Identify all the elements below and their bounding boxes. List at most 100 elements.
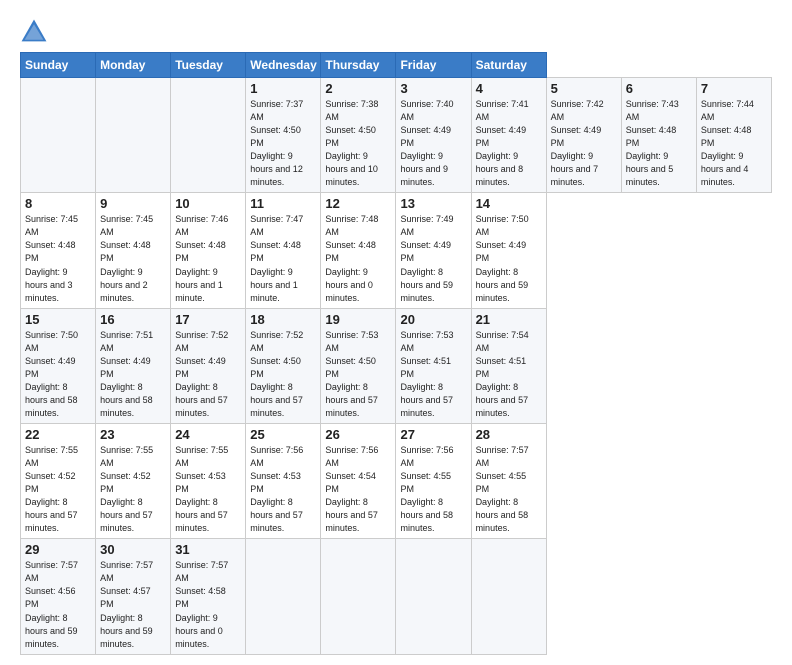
day-cell: 16 Sunrise: 7:51 AMSunset: 4:49 PMDaylig… bbox=[96, 308, 171, 423]
day-info: Sunrise: 7:50 AMSunset: 4:49 PMDaylight:… bbox=[25, 329, 91, 420]
day-info: Sunrise: 7:57 AMSunset: 4:55 PMDaylight:… bbox=[476, 444, 542, 535]
day-cell bbox=[396, 539, 471, 654]
day-info: Sunrise: 7:51 AMSunset: 4:49 PMDaylight:… bbox=[100, 329, 166, 420]
day-header-thursday: Thursday bbox=[321, 53, 396, 78]
day-cell: 28 Sunrise: 7:57 AMSunset: 4:55 PMDaylig… bbox=[471, 423, 546, 538]
day-cell: 12 Sunrise: 7:48 AMSunset: 4:48 PMDaylig… bbox=[321, 193, 396, 308]
day-header-monday: Monday bbox=[96, 53, 171, 78]
day-number: 1 bbox=[250, 81, 316, 96]
day-number: 20 bbox=[400, 312, 466, 327]
day-cell bbox=[471, 539, 546, 654]
day-info: Sunrise: 7:42 AMSunset: 4:49 PMDaylight:… bbox=[551, 98, 617, 189]
day-cell: 24 Sunrise: 7:55 AMSunset: 4:53 PMDaylig… bbox=[171, 423, 246, 538]
day-number: 5 bbox=[551, 81, 617, 96]
day-info: Sunrise: 7:57 AMSunset: 4:57 PMDaylight:… bbox=[100, 559, 166, 650]
day-cell: 14 Sunrise: 7:50 AMSunset: 4:49 PMDaylig… bbox=[471, 193, 546, 308]
day-number: 9 bbox=[100, 196, 166, 211]
day-cell: 19 Sunrise: 7:53 AMSunset: 4:50 PMDaylig… bbox=[321, 308, 396, 423]
header bbox=[20, 18, 772, 46]
day-header-wednesday: Wednesday bbox=[246, 53, 321, 78]
day-info: Sunrise: 7:53 AMSunset: 4:50 PMDaylight:… bbox=[325, 329, 391, 420]
day-info: Sunrise: 7:57 AMSunset: 4:56 PMDaylight:… bbox=[25, 559, 91, 650]
day-number: 23 bbox=[100, 427, 166, 442]
day-number: 18 bbox=[250, 312, 316, 327]
day-cell: 5 Sunrise: 7:42 AMSunset: 4:49 PMDayligh… bbox=[546, 78, 621, 193]
calendar-table: SundayMondayTuesdayWednesdayThursdayFrid… bbox=[20, 52, 772, 655]
day-info: Sunrise: 7:44 AMSunset: 4:48 PMDaylight:… bbox=[701, 98, 767, 189]
week-row-1: 1 Sunrise: 7:37 AMSunset: 4:50 PMDayligh… bbox=[21, 78, 772, 193]
day-info: Sunrise: 7:57 AMSunset: 4:58 PMDaylight:… bbox=[175, 559, 241, 650]
day-cell: 21 Sunrise: 7:54 AMSunset: 4:51 PMDaylig… bbox=[471, 308, 546, 423]
day-cell: 17 Sunrise: 7:52 AMSunset: 4:49 PMDaylig… bbox=[171, 308, 246, 423]
day-info: Sunrise: 7:49 AMSunset: 4:49 PMDaylight:… bbox=[400, 213, 466, 304]
day-number: 16 bbox=[100, 312, 166, 327]
day-info: Sunrise: 7:53 AMSunset: 4:51 PMDaylight:… bbox=[400, 329, 466, 420]
day-number: 6 bbox=[626, 81, 692, 96]
page: SundayMondayTuesdayWednesdayThursdayFrid… bbox=[0, 0, 792, 665]
day-number: 19 bbox=[325, 312, 391, 327]
day-info: Sunrise: 7:40 AMSunset: 4:49 PMDaylight:… bbox=[400, 98, 466, 189]
day-info: Sunrise: 7:56 AMSunset: 4:53 PMDaylight:… bbox=[250, 444, 316, 535]
day-cell: 27 Sunrise: 7:56 AMSunset: 4:55 PMDaylig… bbox=[396, 423, 471, 538]
day-header-friday: Friday bbox=[396, 53, 471, 78]
day-number: 31 bbox=[175, 542, 241, 557]
week-row-4: 22 Sunrise: 7:55 AMSunset: 4:52 PMDaylig… bbox=[21, 423, 772, 538]
day-header-saturday: Saturday bbox=[471, 53, 546, 78]
day-number: 8 bbox=[25, 196, 91, 211]
day-header-tuesday: Tuesday bbox=[171, 53, 246, 78]
day-number: 13 bbox=[400, 196, 466, 211]
day-number: 7 bbox=[701, 81, 767, 96]
day-info: Sunrise: 7:43 AMSunset: 4:48 PMDaylight:… bbox=[626, 98, 692, 189]
day-info: Sunrise: 7:47 AMSunset: 4:48 PMDaylight:… bbox=[250, 213, 316, 304]
day-info: Sunrise: 7:55 AMSunset: 4:52 PMDaylight:… bbox=[100, 444, 166, 535]
day-info: Sunrise: 7:37 AMSunset: 4:50 PMDaylight:… bbox=[250, 98, 316, 189]
day-cell: 9 Sunrise: 7:45 AMSunset: 4:48 PMDayligh… bbox=[96, 193, 171, 308]
day-number: 4 bbox=[476, 81, 542, 96]
day-number: 14 bbox=[476, 196, 542, 211]
day-cell bbox=[246, 539, 321, 654]
day-number: 26 bbox=[325, 427, 391, 442]
logo-icon bbox=[20, 18, 48, 46]
day-info: Sunrise: 7:41 AMSunset: 4:49 PMDaylight:… bbox=[476, 98, 542, 189]
day-number: 12 bbox=[325, 196, 391, 211]
day-number: 30 bbox=[100, 542, 166, 557]
day-number: 2 bbox=[325, 81, 391, 96]
day-cell: 29 Sunrise: 7:57 AMSunset: 4:56 PMDaylig… bbox=[21, 539, 96, 654]
day-cell: 4 Sunrise: 7:41 AMSunset: 4:49 PMDayligh… bbox=[471, 78, 546, 193]
day-info: Sunrise: 7:52 AMSunset: 4:50 PMDaylight:… bbox=[250, 329, 316, 420]
day-number: 27 bbox=[400, 427, 466, 442]
day-cell: 23 Sunrise: 7:55 AMSunset: 4:52 PMDaylig… bbox=[96, 423, 171, 538]
day-info: Sunrise: 7:56 AMSunset: 4:55 PMDaylight:… bbox=[400, 444, 466, 535]
day-cell: 6 Sunrise: 7:43 AMSunset: 4:48 PMDayligh… bbox=[621, 78, 696, 193]
week-row-5: 29 Sunrise: 7:57 AMSunset: 4:56 PMDaylig… bbox=[21, 539, 772, 654]
day-cell: 15 Sunrise: 7:50 AMSunset: 4:49 PMDaylig… bbox=[21, 308, 96, 423]
day-info: Sunrise: 7:54 AMSunset: 4:51 PMDaylight:… bbox=[476, 329, 542, 420]
header-row: SundayMondayTuesdayWednesdayThursdayFrid… bbox=[21, 53, 772, 78]
day-number: 11 bbox=[250, 196, 316, 211]
day-cell: 1 Sunrise: 7:37 AMSunset: 4:50 PMDayligh… bbox=[246, 78, 321, 193]
day-number: 15 bbox=[25, 312, 91, 327]
day-info: Sunrise: 7:56 AMSunset: 4:54 PMDaylight:… bbox=[325, 444, 391, 535]
day-cell: 31 Sunrise: 7:57 AMSunset: 4:58 PMDaylig… bbox=[171, 539, 246, 654]
day-header-sunday: Sunday bbox=[21, 53, 96, 78]
day-cell bbox=[96, 78, 171, 193]
day-info: Sunrise: 7:55 AMSunset: 4:52 PMDaylight:… bbox=[25, 444, 91, 535]
day-cell: 10 Sunrise: 7:46 AMSunset: 4:48 PMDaylig… bbox=[171, 193, 246, 308]
day-cell: 25 Sunrise: 7:56 AMSunset: 4:53 PMDaylig… bbox=[246, 423, 321, 538]
day-number: 24 bbox=[175, 427, 241, 442]
day-info: Sunrise: 7:55 AMSunset: 4:53 PMDaylight:… bbox=[175, 444, 241, 535]
day-cell bbox=[321, 539, 396, 654]
day-info: Sunrise: 7:45 AMSunset: 4:48 PMDaylight:… bbox=[25, 213, 91, 304]
week-row-2: 8 Sunrise: 7:45 AMSunset: 4:48 PMDayligh… bbox=[21, 193, 772, 308]
day-cell: 8 Sunrise: 7:45 AMSunset: 4:48 PMDayligh… bbox=[21, 193, 96, 308]
day-cell: 2 Sunrise: 7:38 AMSunset: 4:50 PMDayligh… bbox=[321, 78, 396, 193]
day-number: 25 bbox=[250, 427, 316, 442]
day-info: Sunrise: 7:45 AMSunset: 4:48 PMDaylight:… bbox=[100, 213, 166, 304]
day-cell: 11 Sunrise: 7:47 AMSunset: 4:48 PMDaylig… bbox=[246, 193, 321, 308]
day-cell: 22 Sunrise: 7:55 AMSunset: 4:52 PMDaylig… bbox=[21, 423, 96, 538]
day-cell: 30 Sunrise: 7:57 AMSunset: 4:57 PMDaylig… bbox=[96, 539, 171, 654]
day-number: 22 bbox=[25, 427, 91, 442]
day-cell bbox=[21, 78, 96, 193]
day-number: 21 bbox=[476, 312, 542, 327]
day-info: Sunrise: 7:38 AMSunset: 4:50 PMDaylight:… bbox=[325, 98, 391, 189]
